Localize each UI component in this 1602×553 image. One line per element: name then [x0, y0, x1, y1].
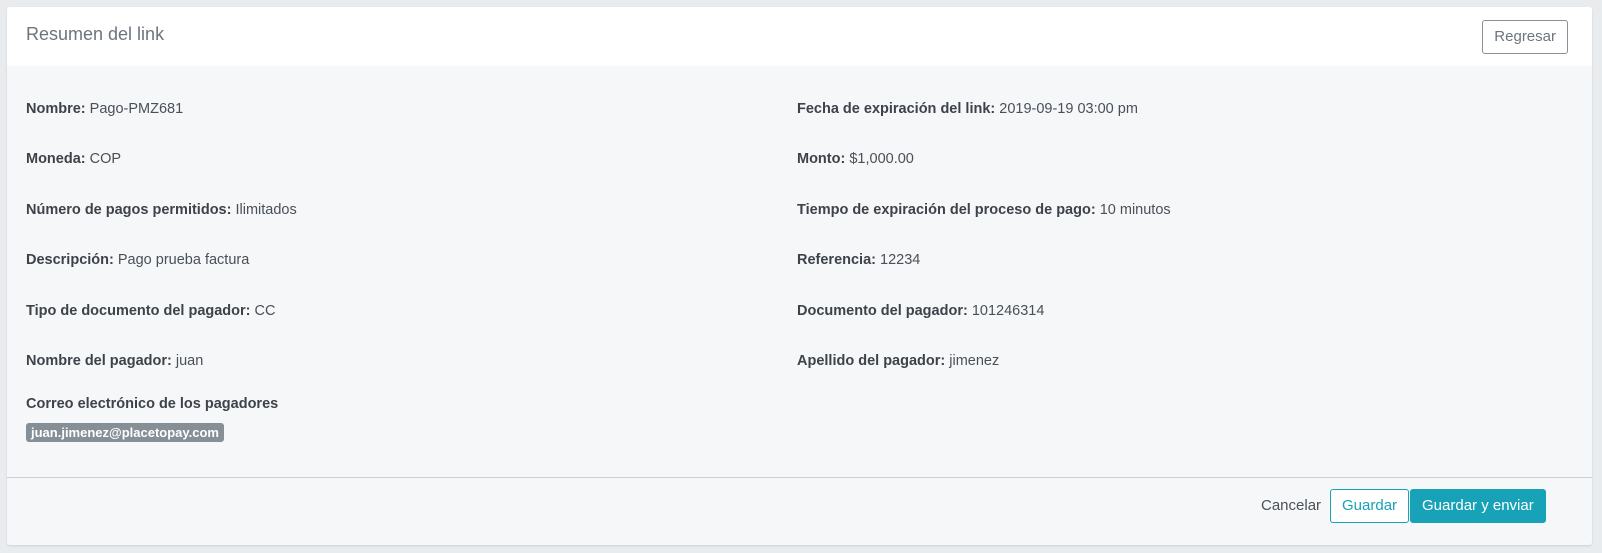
detail-label: Monto:: [797, 151, 846, 167]
detail-link-expiration-date: Fecha de expiración del link: 2019-09-19…: [797, 99, 1138, 119]
detail-payer-document: Documento del pagador: 101246314: [797, 301, 1044, 321]
page-title: Resumen del link: [26, 24, 165, 44]
back-button[interactable]: Regresar: [1482, 20, 1568, 54]
save-button[interactable]: Guardar: [1330, 489, 1410, 523]
cancel-button[interactable]: Cancelar: [1249, 489, 1333, 523]
detail-value: 101246314: [971, 303, 1045, 319]
detail-label: Número de pagos permitidos:: [26, 202, 232, 218]
detail-value: CC: [254, 303, 276, 319]
detail-currency: Moneda: COP: [26, 149, 121, 169]
detail-label: Descripción:: [26, 252, 114, 268]
detail-label: Documento del pagador:: [797, 303, 968, 319]
detail-value: $1,000.00: [849, 151, 914, 167]
detail-label: Nombre del pagador:: [26, 353, 172, 369]
save-and-send-button[interactable]: Guardar y enviar: [1410, 489, 1546, 523]
detail-value: 2019-09-19 03:00 pm: [999, 101, 1138, 117]
detail-payer-name: Nombre del pagador: juan: [26, 351, 203, 371]
detail-value: Ilimitados: [235, 202, 297, 218]
detail-label: Nombre:: [26, 101, 86, 117]
card-footer: Cancelar Guardar Guardar y enviar: [7, 477, 1592, 545]
detail-label: Moneda:: [26, 151, 86, 167]
detail-value: Pago-PMZ681: [89, 101, 184, 117]
detail-value: 10 minutos: [1099, 202, 1171, 218]
detail-payer-surname: Apellido del pagador: jimenez: [797, 351, 999, 371]
detail-payer-document-type: Tipo de documento del pagador: CC: [26, 301, 275, 321]
detail-value: Pago prueba factura: [117, 252, 250, 268]
detail-description: Descripción: Pago prueba factura: [26, 250, 249, 270]
detail-value: jimenez: [949, 353, 1000, 369]
detail-label: Referencia:: [797, 252, 876, 268]
detail-allowed-payments: Número de pagos permitidos: Ilimitados: [26, 200, 297, 220]
detail-value: 12234: [880, 252, 921, 268]
detail-reference: Referencia: 12234: [797, 250, 920, 270]
detail-label: Apellido del pagador:: [797, 353, 946, 369]
link-summary-card: Resumen del link Regresar Nombre: Pago-P…: [7, 7, 1592, 545]
detail-amount: Monto: $1,000.00: [797, 149, 914, 169]
detail-name: Nombre: Pago-PMZ681: [26, 99, 183, 119]
detail-label: Fecha de expiración del link:: [797, 101, 996, 117]
email-badge: juan.jimenez@placetopay.com: [26, 423, 224, 442]
detail-value: COP: [89, 151, 122, 167]
card-header: Resumen del link Regresar: [7, 7, 1592, 66]
detail-label: Tiempo de expiración del proceso de pago…: [797, 202, 1096, 218]
detail-payment-process-timeout: Tiempo de expiración del proceso de pago…: [797, 200, 1171, 220]
payer-emails-label: Correo electrónico de los pagadores: [26, 396, 279, 412]
detail-value: juan: [175, 353, 204, 369]
card-body: Nombre: Pago-PMZ681 Moneda: COP Número d…: [7, 66, 1592, 486]
detail-label: Tipo de documento del pagador:: [26, 303, 251, 319]
